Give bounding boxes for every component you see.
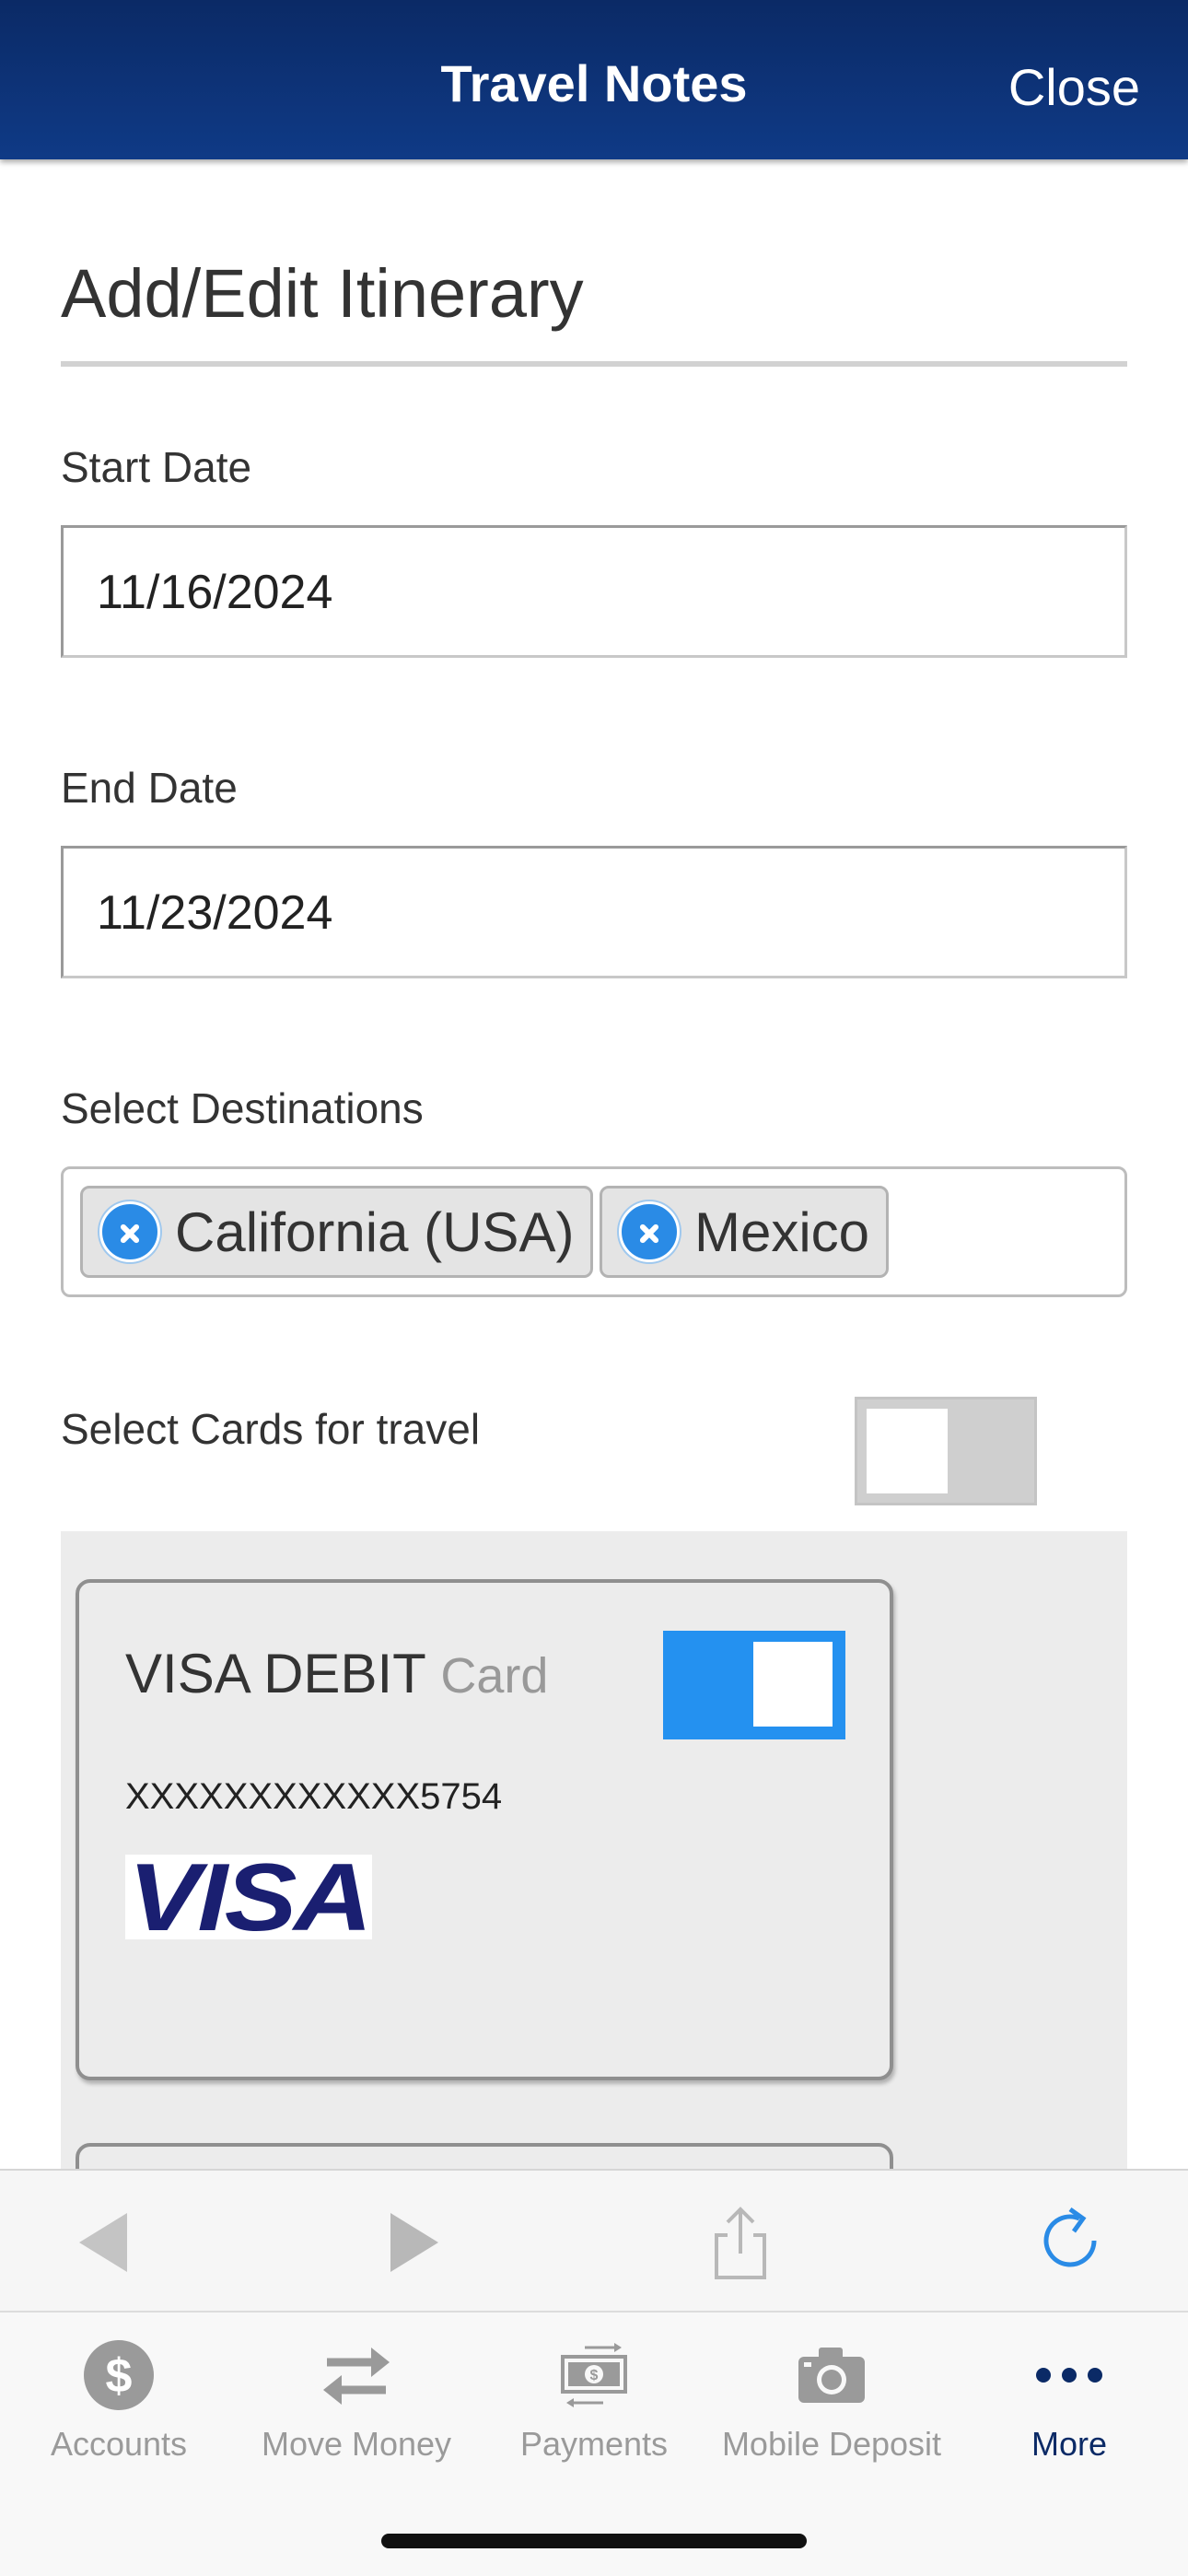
destination-chip-label: California (USA) [175,1200,575,1263]
payments-icon: $ [557,2338,631,2412]
svg-text:$: $ [590,2368,599,2383]
share-icon[interactable] [702,2204,779,2281]
transfer-icon [320,2338,393,2412]
tab-accounts[interactable]: $ Accounts [0,2313,238,2497]
back-icon[interactable] [66,2204,144,2281]
nav-header: Travel Notes Close [0,0,1188,159]
destinations-label: Select Destinations [61,1084,424,1132]
remove-chip-icon[interactable] [99,1201,160,1262]
tab-payments[interactable]: $ Payments [475,2313,713,2497]
end-date-label: End Date [61,764,238,812]
svg-text:VISA: VISA [128,1855,369,1939]
card-travel-toggle[interactable] [663,1631,845,1739]
tab-label: Move Money [261,2425,452,2463]
dollar-icon: $ [82,2338,156,2412]
home-indicator [381,2534,807,2548]
card-item: VISA DEBIT Card XXXXXXXXXXXX5754 VISA [76,1579,893,2080]
card-name-text: VISA DEBIT [125,1643,425,1704]
remove-chip-icon[interactable] [619,1201,680,1262]
browser-toolbar [0,2169,1188,2313]
tab-mobile-deposit[interactable]: Mobile Deposit [713,2313,950,2497]
camera-icon [795,2338,868,2412]
close-button[interactable]: Close [1008,57,1140,117]
section-divider [61,361,1127,367]
toggle-knob [867,1409,948,1493]
destination-chip: Mexico [600,1186,890,1278]
toggle-knob [753,1642,833,1727]
tab-label: More [1031,2425,1108,2463]
tab-move-money[interactable]: Move Money [238,2313,475,2497]
forward-icon[interactable] [374,2204,451,2281]
end-date-field[interactable]: 11/23/2024 [61,846,1127,978]
start-date-value: 11/16/2024 [97,566,333,619]
card-type-text: Card [440,1648,549,1704]
tab-label: Mobile Deposit [721,2425,942,2463]
select-all-cards-toggle[interactable] [855,1397,1037,1505]
section-title: Add/Edit Itinerary [61,255,584,332]
svg-text:$: $ [106,2349,133,2403]
more-icon [1032,2338,1106,2412]
end-date-value: 11/23/2024 [97,886,333,940]
tab-more[interactable]: More [950,2313,1188,2497]
destination-chip-label: Mexico [694,1200,870,1263]
card-name: VISA DEBIT Card [125,1642,548,1705]
card-number: XXXXXXXXXXXX5754 [125,1776,503,1817]
destination-chip: California (USA) [80,1186,594,1278]
destinations-input[interactable]: California (USA) Mexico [61,1166,1127,1297]
tab-label: Payments [519,2425,669,2463]
start-date-label: Start Date [61,443,252,491]
tab-label: Accounts [50,2425,188,2463]
visa-logo-icon: VISA [125,1855,372,1939]
refresh-icon[interactable] [1033,2204,1111,2281]
start-date-field[interactable]: 11/16/2024 [61,525,1127,658]
cards-label: Select Cards for travel [61,1405,481,1453]
